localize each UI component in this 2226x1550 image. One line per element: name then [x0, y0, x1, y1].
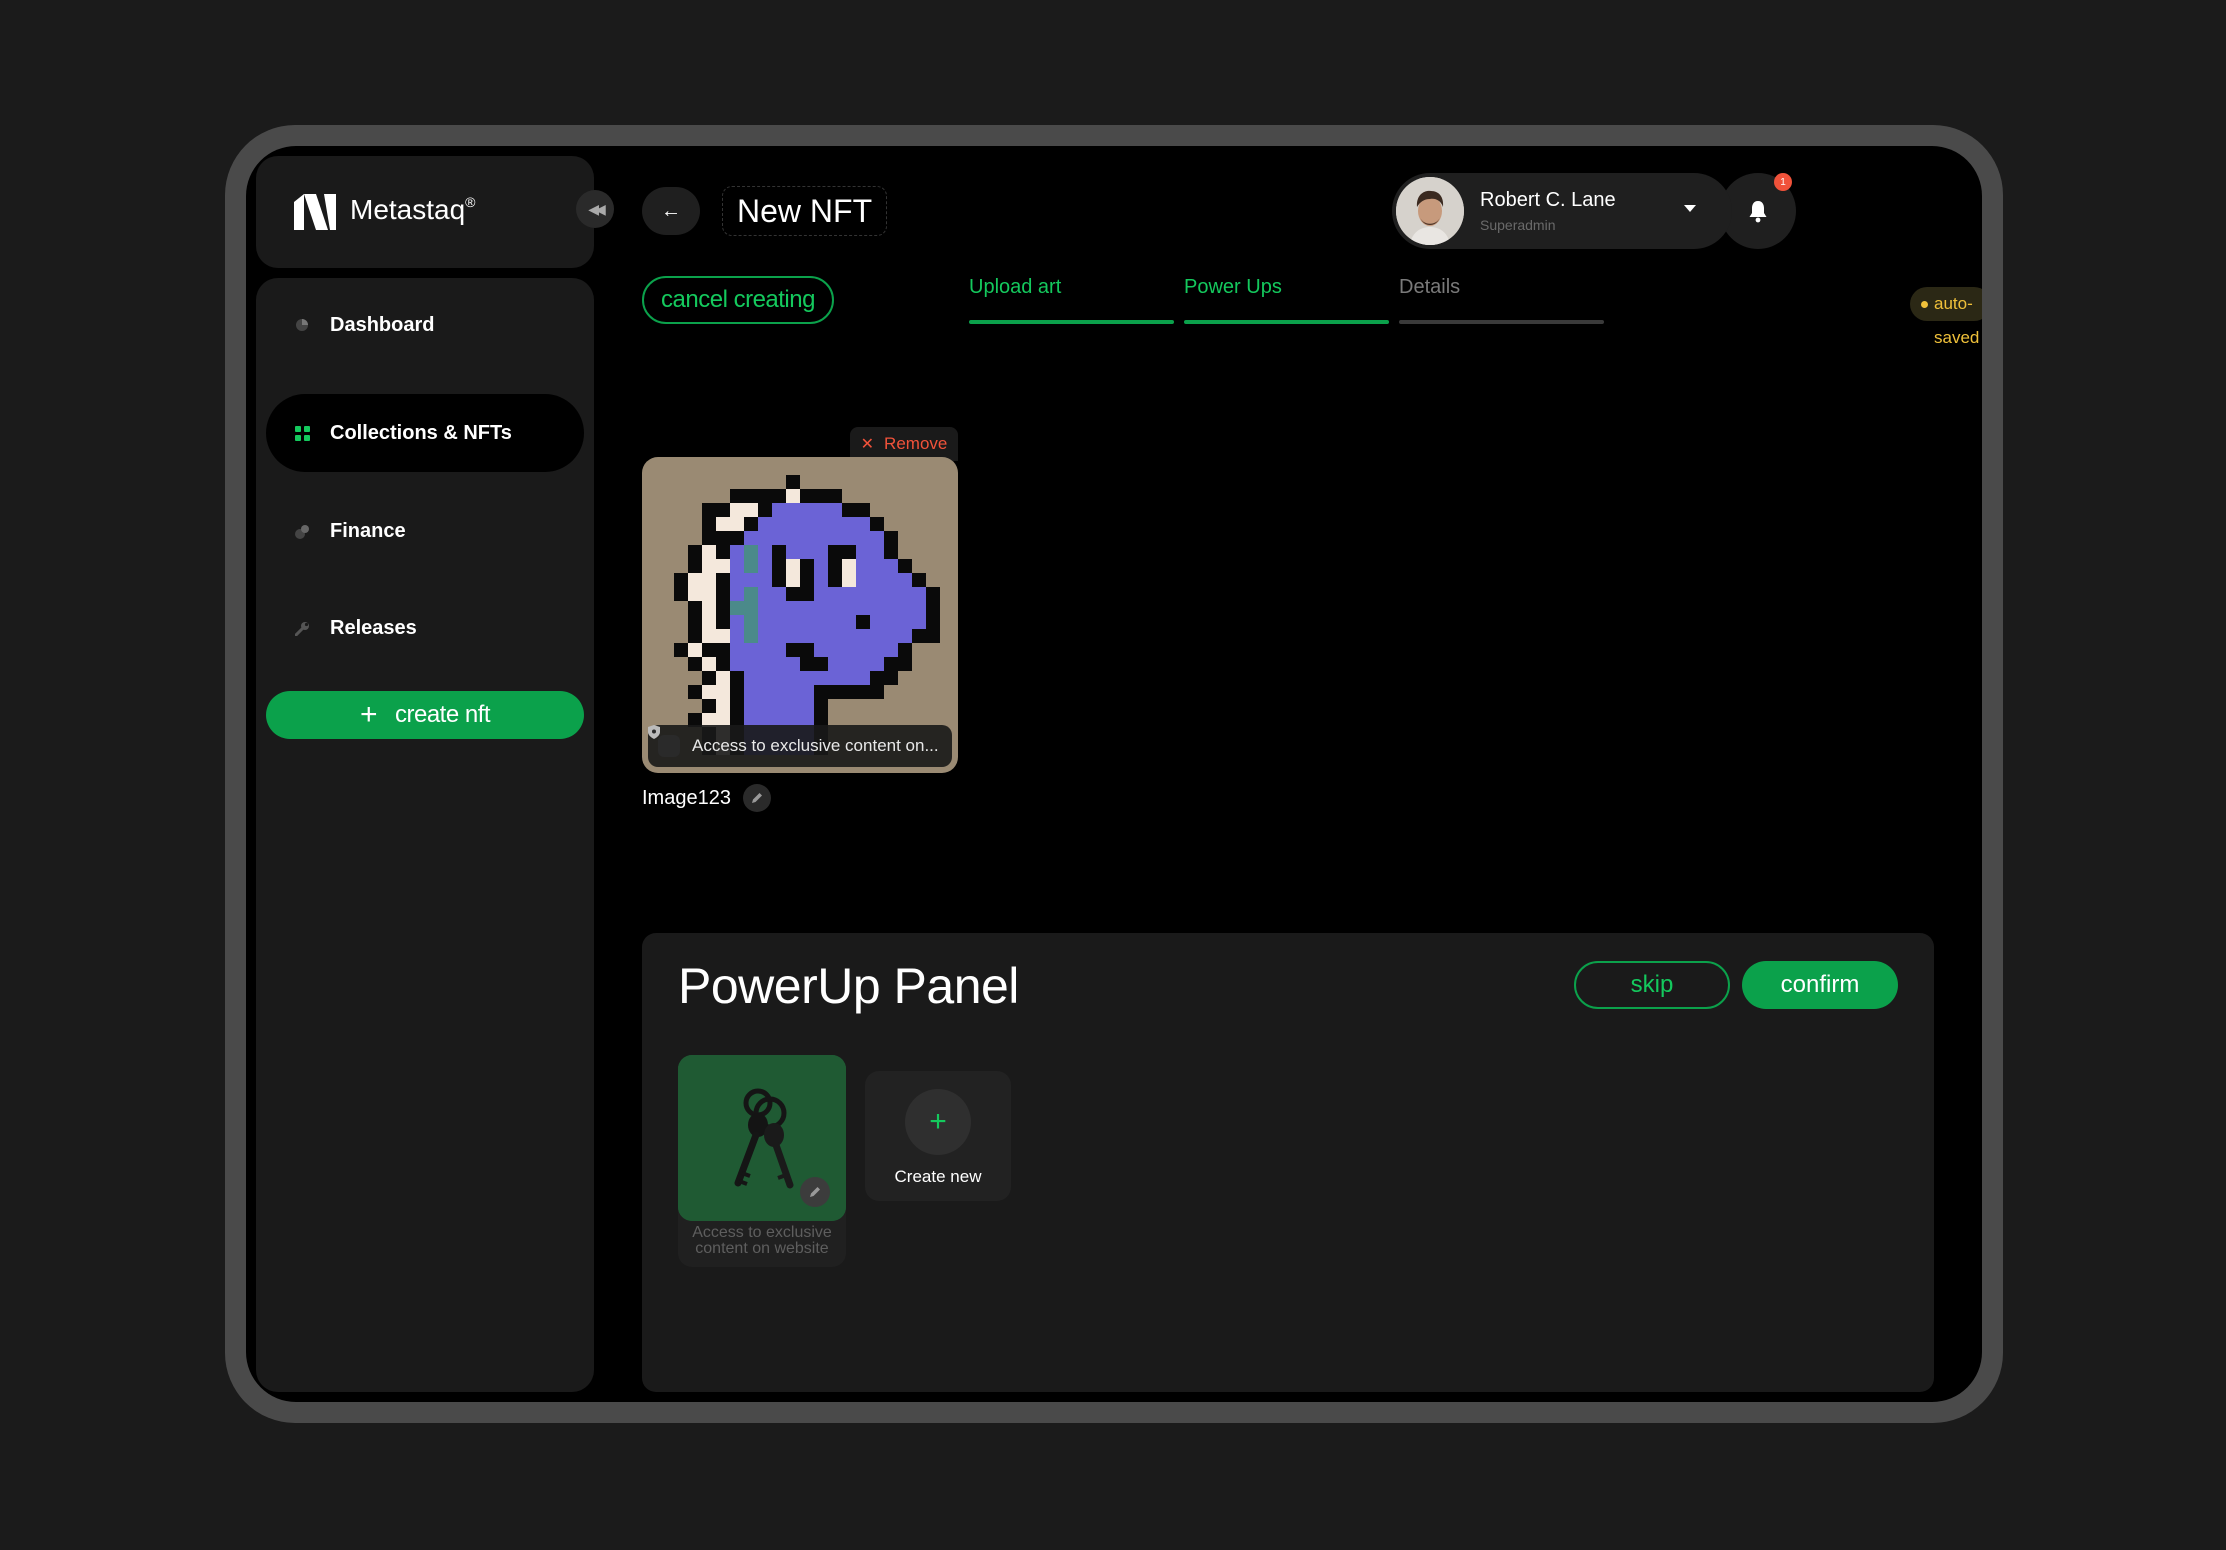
create-new-label: Create new — [894, 1167, 982, 1186]
back-button[interactable]: ← — [642, 187, 700, 235]
confirm-button[interactable]: confirm — [1742, 961, 1898, 1009]
autosave-badge: auto-saved — [1910, 287, 1982, 347]
coins-icon — [294, 523, 310, 539]
sidebar-item-label: Releases — [330, 616, 417, 639]
step-upload-art[interactable]: Upload art — [969, 276, 1174, 324]
sidebar-item-label: Collections & NFTs — [330, 421, 512, 444]
grid-icon — [294, 425, 310, 441]
step-label: Details — [1399, 276, 1461, 298]
powerup-card[interactable]: Access to exclusive content on website — [678, 1055, 846, 1267]
close-icon: ✕ — [860, 436, 875, 453]
nft-art-preview[interactable]: Access to exclusive content on... — [642, 457, 958, 773]
pencil-icon — [752, 793, 762, 803]
rename-art-button[interactable] — [743, 784, 771, 812]
bell-icon — [1749, 201, 1767, 223]
art-caption-text: Access to exclusive content on... — [692, 736, 939, 755]
cancel-creating-button[interactable]: cancel creating — [642, 276, 834, 324]
avatar — [1396, 177, 1464, 245]
create-nft-label: create nft — [394, 701, 491, 728]
sidebar-nav: Dashboard Collections & NFTs Finance Rel… — [256, 278, 594, 1392]
brand-name: Metastaq® — [350, 194, 476, 225]
art-name: Image123 — [642, 787, 731, 809]
step-progress-bar — [969, 320, 1174, 324]
step-progress-bar — [1184, 320, 1389, 324]
plus-icon: + — [359, 698, 378, 731]
step-label: Upload art — [969, 276, 1062, 298]
app-screen: Metastaq® ◀◀ Dashboard Collections & NFT… — [246, 146, 1982, 1402]
powerup-panel: PowerUp Panel skip confirm Access to exc… — [642, 933, 1934, 1392]
logo-card: Metastaq® — [256, 156, 594, 268]
double-chevron-left-icon: ◀◀ — [588, 200, 605, 217]
sidebar-item-dashboard[interactable]: Dashboard — [266, 286, 584, 364]
user-menu[interactable]: Robert C. Lane Superadmin — [1392, 173, 1732, 249]
step-power-ups[interactable]: Power Ups — [1184, 276, 1389, 324]
art-powerup-caption: Access to exclusive content on... — [648, 725, 952, 767]
sidebar-item-label: Dashboard — [330, 313, 435, 336]
page-title[interactable]: New NFT — [722, 186, 888, 236]
notification-badge: 1 — [1774, 173, 1792, 191]
remove-label: Remove — [884, 434, 948, 453]
wrench-icon — [294, 620, 310, 636]
step-label: Power Ups — [1184, 276, 1282, 298]
create-nft-button[interactable]: + create nft — [266, 691, 584, 739]
collapse-sidebar-button[interactable]: ◀◀ — [576, 190, 614, 228]
device-frame: Metastaq® ◀◀ Dashboard Collections & NFT… — [225, 125, 2003, 1423]
shield-icon — [648, 725, 680, 757]
step-details[interactable]: Details — [1399, 276, 1604, 324]
arrow-left-icon: ← — [661, 199, 681, 222]
chevron-down-icon — [1684, 205, 1696, 212]
create-new-powerup-button[interactable]: + Create new — [865, 1071, 1011, 1201]
sidebar-item-label: Finance — [330, 519, 406, 542]
user-name: Robert C. Lane — [1480, 189, 1616, 211]
sidebar-item-finance[interactable]: Finance — [266, 492, 584, 570]
remove-art-button[interactable]: ✕ Remove — [850, 427, 958, 461]
skip-button[interactable]: skip — [1574, 961, 1730, 1009]
user-role: Superadmin — [1480, 217, 1556, 233]
pie-chart-icon — [294, 317, 310, 333]
powerup-label: Access to exclusive content on website — [692, 1224, 832, 1257]
edit-powerup-button[interactable] — [800, 1177, 830, 1207]
panel-title: PowerUp Panel — [678, 958, 1019, 1014]
plus-icon: + — [905, 1089, 971, 1155]
step-progress-bar — [1399, 320, 1604, 324]
sidebar-item-collections[interactable]: Collections & NFTs — [266, 394, 584, 472]
sidebar-item-releases[interactable]: Releases — [266, 589, 584, 667]
pencil-icon — [810, 1187, 820, 1197]
metastaq-logo-icon — [294, 194, 336, 230]
